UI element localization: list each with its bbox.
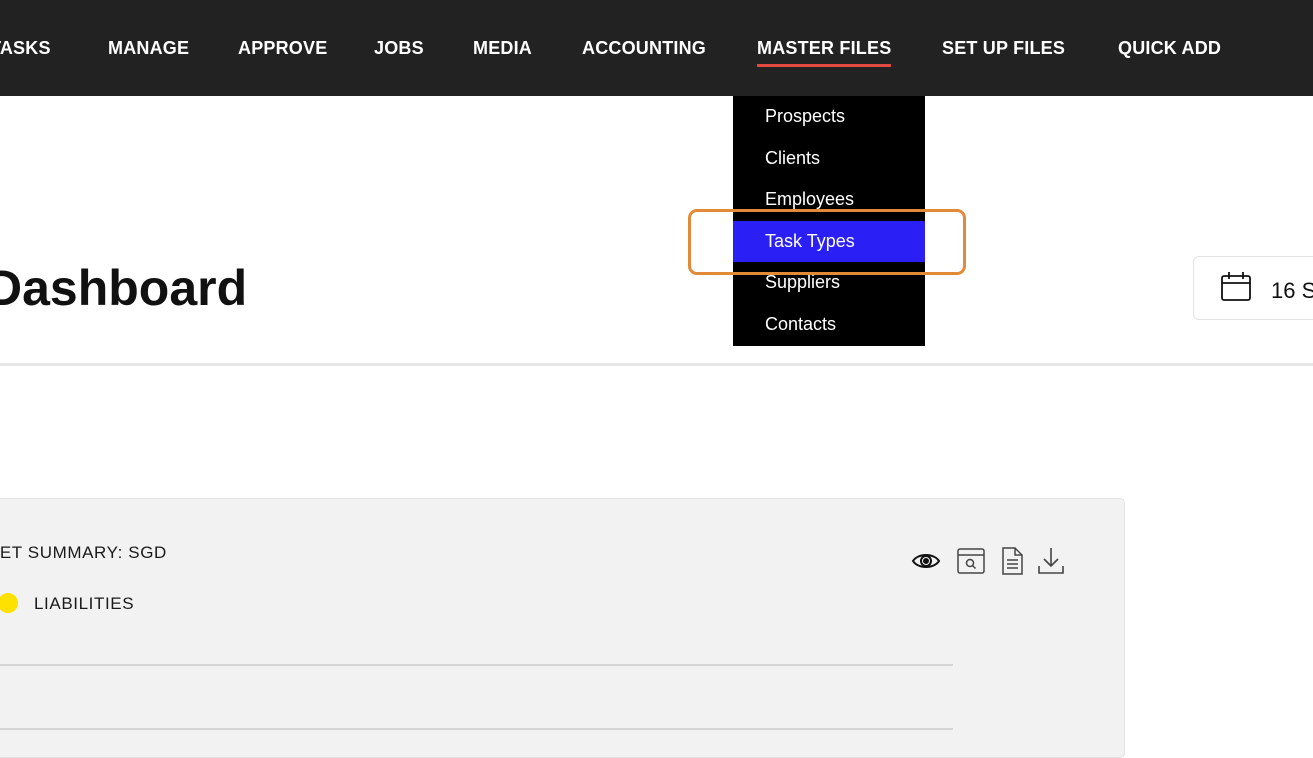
dropdown-item-prospects[interactable]: Prospects (733, 96, 925, 137)
dropdown-item-clients[interactable]: Clients (733, 138, 925, 179)
card-title: ASSET SUMMARY: SGD (0, 543, 167, 562)
header-divider (0, 363, 1313, 366)
nav-item-jobs[interactable]: JOBS (374, 37, 424, 59)
nav-item-tasks[interactable]: TASKS (0, 37, 51, 59)
nav-item-quick-add[interactable]: QUICK ADD (1118, 37, 1221, 59)
card-divider (0, 664, 953, 666)
dropdown-item-suppliers[interactable]: Suppliers (733, 262, 925, 303)
nav-item-master-files-label: MASTER FILES (757, 38, 892, 58)
active-tab-underline (757, 64, 892, 67)
date-picker-value: 16 S (1271, 278, 1313, 303)
document-icon[interactable] (997, 546, 1027, 576)
eye-icon[interactable] (911, 546, 941, 576)
nav-item-master-files[interactable]: MASTER FILES (757, 37, 892, 67)
page-title: Dashboard (0, 260, 248, 316)
dropdown-item-employees[interactable]: Employees (733, 179, 925, 220)
download-icon[interactable] (1036, 546, 1066, 576)
nav-item-media[interactable]: MEDIA (473, 37, 532, 59)
master-files-dropdown: Prospects Clients Employees Task Types S… (733, 96, 925, 346)
dropdown-item-task-types[interactable]: Task Types (733, 221, 925, 262)
date-picker[interactable]: 16 S (1193, 256, 1313, 320)
nav-item-approve[interactable]: APPROVE (238, 37, 327, 59)
calendar-icon (1220, 271, 1252, 303)
top-navigation-bar: TASKS MANAGE APPROVE JOBS MEDIA ACCOUNTI… (0, 0, 1313, 96)
asset-summary-card (0, 498, 1125, 758)
search-window-icon[interactable] (956, 546, 986, 576)
nav-item-set-up-files[interactable]: SET UP FILES (942, 37, 1065, 59)
dropdown-item-contacts[interactable]: Contacts (733, 304, 925, 345)
nav-item-manage[interactable]: MANAGE (108, 37, 189, 59)
card-divider (0, 728, 953, 730)
nav-item-accounting[interactable]: ACCOUNTING (582, 37, 706, 59)
legend-label-liabilities[interactable]: LIABILITIES (34, 594, 134, 614)
